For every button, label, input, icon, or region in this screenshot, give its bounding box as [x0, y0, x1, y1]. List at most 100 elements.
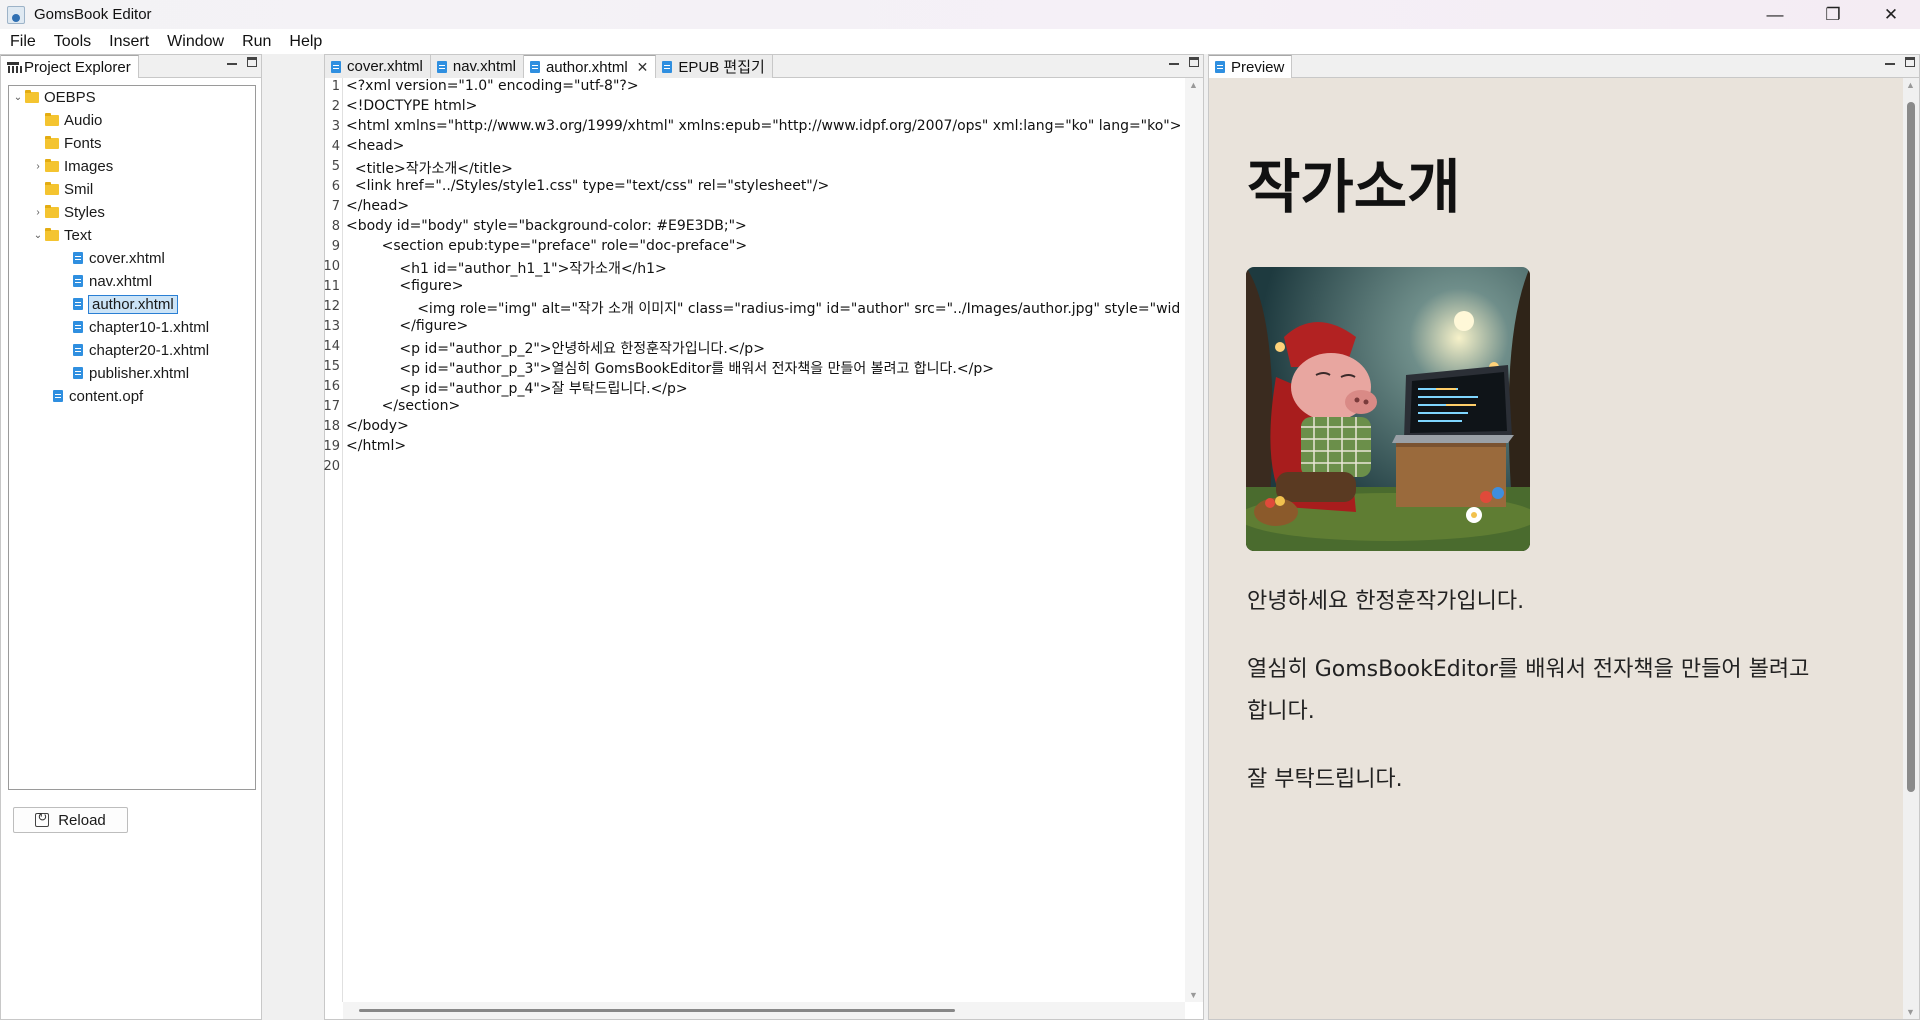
tree-item-label: OEBPS [44, 88, 96, 106]
xhtml-file-icon [331, 60, 341, 73]
restore-button[interactable]: ❐ [1804, 0, 1862, 29]
tree-item-oebps[interactable]: ⌄ OEBPS [11, 86, 96, 108]
preview-tabstrip: Preview [1209, 55, 1919, 78]
menu-insert[interactable]: Insert [109, 33, 149, 51]
code-text-area[interactable]: <?xml version="1.0" encoding="utf-8"?> <… [346, 78, 1183, 1002]
minimize-panel-icon[interactable] [1885, 63, 1895, 66]
menu-window[interactable]: Window [167, 33, 224, 51]
scroll-up-icon[interactable]: ▲ [1906, 80, 1915, 90]
reload-button[interactable]: Reload [13, 807, 128, 833]
minimize-panel-icon[interactable] [1169, 63, 1179, 66]
code-line: </head> [346, 198, 410, 214]
preview-paragraph-2-line-1: 열심히 GomsBookEditor를 배워서 전자책을 만들어 볼려고 [1247, 657, 1810, 682]
epub-editor-icon [662, 60, 673, 73]
line-number-gutter: 1 2 3 4 5 6 7 8 9 10 11 12 13 14 15 16 1… [323, 78, 343, 1002]
close-tab-icon[interactable]: ✕ [637, 59, 649, 76]
preview-panel: Preview 작가소개 안녕하세요 한정훈작가입니다. 열심히 GomsBoo… [1208, 54, 1920, 1020]
tab-label: EPUB 편집기 [678, 59, 765, 76]
code-line: <p id="author_p_3">열심히 GomsBookEditor를 배… [346, 361, 994, 377]
editor-vertical-scrollbar[interactable]: ▲ ▼ [1185, 78, 1203, 1002]
code-line: </section> [346, 398, 461, 414]
tree-item-chapter20[interactable]: chapter20-1.xhtml [73, 339, 209, 361]
line-number: 6 [331, 179, 340, 194]
xhtml-file-icon [73, 252, 83, 264]
maximize-panel-icon[interactable] [1905, 57, 1915, 67]
tree-item-label: cover.xhtml [89, 249, 165, 267]
tab-label: cover.xhtml [347, 58, 423, 75]
scroll-down-icon[interactable]: ▼ [1189, 990, 1198, 1000]
line-number: 4 [331, 139, 340, 154]
tree-item-label: chapter20-1.xhtml [89, 341, 210, 359]
tree-item-audio[interactable]: Audio [31, 109, 102, 131]
tree-item-fonts[interactable]: Fonts [31, 132, 102, 154]
tree-item-nav[interactable]: nav.xhtml [73, 270, 152, 292]
explorer-tabstrip: Project Explorer [1, 55, 261, 78]
title-bar: GomsBook Editor — ❐ ✕ [0, 0, 1920, 29]
tree-item-cover[interactable]: cover.xhtml [73, 247, 165, 269]
tree-item-publisher[interactable]: publisher.xhtml [73, 362, 189, 384]
editor-horizontal-scrollbar[interactable] [343, 1002, 1185, 1019]
tree-item-images[interactable]: › Images [31, 155, 113, 177]
tab-author-xhtml[interactable]: author.xhtml ✕ [523, 55, 657, 78]
tree-item-author[interactable]: author.xhtml [73, 293, 178, 315]
code-line: <?xml version="1.0" encoding="utf-8"?> [346, 78, 639, 94]
tree-item-chapter10[interactable]: chapter10-1.xhtml [73, 316, 209, 338]
close-button[interactable]: ✕ [1862, 0, 1920, 29]
scroll-down-icon[interactable]: ▼ [1906, 1007, 1915, 1017]
tab-cover-xhtml[interactable]: cover.xhtml [325, 55, 431, 78]
tab-preview[interactable]: Preview [1209, 55, 1293, 78]
minimize-button[interactable]: — [1746, 0, 1804, 29]
tab-project-explorer[interactable]: Project Explorer [1, 55, 139, 78]
code-line: </html> [346, 438, 407, 454]
tab-epub-editor[interactable]: EPUB 편집기 [656, 55, 773, 78]
preview-vertical-scrollbar[interactable]: ▲ ▼ [1903, 78, 1919, 1019]
folder-icon [45, 135, 59, 149]
editor-panel-controls [1169, 57, 1199, 67]
file-tree[interactable]: ⌄ OEBPS Audio Fonts › Images Smil › Styl… [8, 85, 256, 790]
maximize-panel-icon[interactable] [1189, 57, 1199, 67]
folder-icon [45, 158, 59, 172]
tree-item-label: author.xhtml [88, 294, 178, 314]
menu-bar: File Tools Insert Window Run Help [0, 29, 1920, 54]
line-number: 1 [331, 79, 340, 94]
code-line: <img role="img" alt="작가 소개 이미지" class="r… [346, 301, 1181, 317]
chevron-right-icon[interactable]: › [31, 161, 45, 172]
line-number: 19 [323, 439, 340, 454]
xhtml-file-icon [73, 367, 83, 379]
minimize-panel-icon[interactable] [227, 63, 237, 66]
line-number: 11 [323, 279, 340, 294]
line-number: 5 [331, 159, 340, 174]
menu-file[interactable]: File [10, 33, 36, 51]
tab-nav-xhtml[interactable]: nav.xhtml [430, 55, 524, 78]
tab-label: nav.xhtml [452, 58, 516, 75]
tree-item-text[interactable]: ⌄ Text [31, 224, 92, 246]
xhtml-file-icon [73, 344, 83, 356]
reload-icon [35, 810, 50, 827]
menu-tools[interactable]: Tools [54, 33, 91, 51]
line-number: 15 [323, 359, 340, 374]
menu-help[interactable]: Help [289, 33, 322, 51]
line-number: 8 [331, 219, 340, 234]
line-number: 14 [323, 339, 340, 354]
tree-item-content-opf[interactable]: content.opf [53, 385, 143, 407]
horizontal-scroll-thumb[interactable] [359, 1009, 955, 1012]
tree-item-label: Text [64, 226, 92, 244]
menu-run[interactable]: Run [242, 33, 271, 51]
preview-panel-controls [1885, 57, 1915, 67]
preview-paragraph-2-line-2: 합니다. [1247, 699, 1315, 724]
code-line: <body id="body" style="background-color:… [346, 218, 747, 234]
tree-item-smil[interactable]: Smil [31, 178, 93, 200]
chevron-down-icon[interactable]: ⌄ [11, 92, 25, 103]
code-line: <link href="../Styles/style1.css" type="… [346, 178, 830, 194]
chevron-down-icon[interactable]: ⌄ [31, 230, 45, 241]
tree-item-label: Fonts [64, 134, 102, 152]
maximize-panel-icon[interactable] [247, 57, 257, 67]
code-line: </figure> [346, 318, 469, 334]
preview-scroll-thumb[interactable] [1907, 102, 1915, 792]
tab-label: author.xhtml [545, 58, 628, 76]
scroll-up-icon[interactable]: ▲ [1189, 80, 1198, 90]
chevron-right-icon[interactable]: › [31, 207, 45, 218]
tree-item-label: Smil [64, 180, 94, 198]
line-number: 17 [323, 399, 340, 414]
tree-item-styles[interactable]: › Styles [31, 201, 105, 223]
